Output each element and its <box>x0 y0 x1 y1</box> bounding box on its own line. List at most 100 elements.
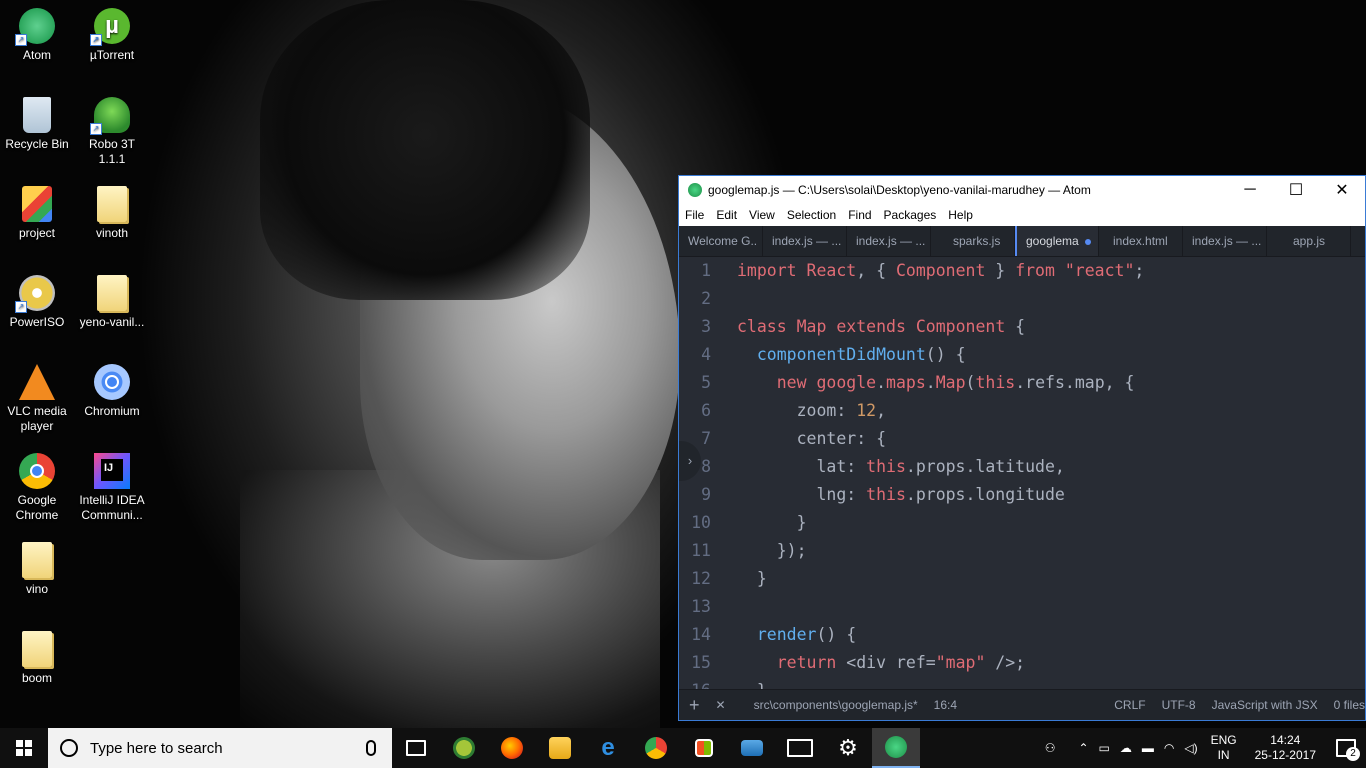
tab-label: index.js — ... <box>772 234 842 248</box>
code-line[interactable]: 13 <box>679 593 1365 621</box>
desktop-icon-vino[interactable]: vino <box>0 542 74 597</box>
clock[interactable]: 14:24 25-12-2017 <box>1245 733 1326 763</box>
code-text: } <box>737 513 807 532</box>
maximize-button[interactable]: ☐ <box>1273 176 1319 204</box>
add-icon[interactable]: + <box>679 695 708 716</box>
atom-window[interactable]: googlemap.js — C:\Users\solai\Desktop\ye… <box>678 175 1366 721</box>
vlc-icon <box>19 364 55 400</box>
line-ending[interactable]: CRLF <box>1106 698 1153 712</box>
window-titlebar[interactable]: googlemap.js — C:\Users\solai\Desktop\ye… <box>679 176 1365 204</box>
cursor-position[interactable]: 16:4 <box>926 698 965 712</box>
tab-index-js[interactable]: index.js — ... <box>763 226 847 256</box>
desktop-icon-utorrent[interactable]: µ ↗ µTorrent <box>75 8 149 63</box>
power-icon[interactable]: ▭ <box>1094 741 1115 755</box>
desktop-icon-vinoth[interactable]: vinoth <box>75 186 149 241</box>
code-line[interactable]: 3 class Map extends Component { <box>679 313 1365 341</box>
code-line[interactable]: 1 import React, { Component } from "react… <box>679 257 1365 285</box>
search-placeholder: Type here to search <box>90 739 223 757</box>
code-line[interactable]: 14 render() { <box>679 621 1365 649</box>
menu-edit[interactable]: Edit <box>710 208 743 222</box>
file-path[interactable]: src\components\googlemap.js* <box>734 698 926 712</box>
taskbar-settings[interactable]: ⚙ <box>824 728 872 768</box>
grammar-selector[interactable]: JavaScript with JSX <box>1204 698 1326 712</box>
menu-find[interactable]: Find <box>842 208 877 222</box>
code-line[interactable]: 10 } <box>679 509 1365 537</box>
desktop-icon-project[interactable]: project <box>0 186 74 241</box>
desktop-icon-recycle-bin[interactable]: Recycle Bin <box>0 97 74 152</box>
desktop-icon-google-chrome[interactable]: Google Chrome <box>0 453 74 523</box>
taskbar-search[interactable]: Type here to search <box>48 728 392 768</box>
file-encoding[interactable]: UTF-8 <box>1154 698 1204 712</box>
code-editor[interactable]: 1 import React, { Component } from "react… <box>679 257 1365 689</box>
taskbar-atom[interactable] <box>872 728 920 768</box>
taskbar-edge[interactable]: e <box>584 728 632 768</box>
taskbar-firefox[interactable] <box>488 728 536 768</box>
code-line[interactable]: 5 new google.maps.Map(this.refs.map, { <box>679 369 1365 397</box>
desktop-icon-label: vinoth <box>95 226 129 240</box>
code-text: }); <box>737 541 807 560</box>
minimize-button[interactable]: ─ <box>1227 176 1273 204</box>
code-line[interactable]: 9 lng: this.props.longitude <box>679 481 1365 509</box>
tab-index-js[interactable]: index.js — ... <box>847 226 931 256</box>
taskbar-file-explorer[interactable] <box>536 728 584 768</box>
desktop-icon-vlc[interactable]: VLC media player <box>0 364 74 434</box>
folder-icon <box>97 186 127 222</box>
edge-icon: e <box>601 734 615 761</box>
menu-view[interactable]: View <box>743 208 781 222</box>
menu-file[interactable]: File <box>679 208 710 222</box>
menu-packages[interactable]: Packages <box>878 208 943 222</box>
desktop-icon-atom[interactable]: ↗ Atom <box>0 8 74 63</box>
desktop-icon-label: Google Chrome <box>15 493 59 522</box>
tab-app-js[interactable]: app.js <box>1267 226 1351 256</box>
line-number: 16 <box>679 677 737 689</box>
code-line[interactable]: 7 center: { <box>679 425 1365 453</box>
code-line[interactable]: 2 <box>679 285 1365 313</box>
people-icon[interactable]: ⚇ <box>1040 741 1061 755</box>
menu-selection[interactable]: Selection <box>781 208 842 222</box>
microphone-icon[interactable] <box>366 740 376 756</box>
code-line[interactable]: 11 }); <box>679 537 1365 565</box>
code-line[interactable]: 15 return <div ref="map" />; <box>679 649 1365 677</box>
code-line[interactable]: 8 lat: this.props.latitude, <box>679 453 1365 481</box>
code-line[interactable]: 4 componentDidMount() { <box>679 341 1365 369</box>
chevron-up-icon[interactable]: ⌃ <box>1060 741 1093 755</box>
android-studio-icon <box>453 737 475 759</box>
tab-index-html[interactable]: index.html <box>1099 226 1183 256</box>
tab-sparks-js[interactable]: sparks.js <box>931 226 1015 256</box>
volume-icon[interactable]: ◁) <box>1179 741 1202 755</box>
close-button[interactable]: ✕ <box>1319 176 1365 204</box>
desktop-icon-poweriso[interactable]: ↗ PowerISO <box>0 275 74 330</box>
desktop-icon-intellij[interactable]: IntelliJ IDEA Communi... <box>75 453 149 523</box>
close-icon[interactable]: ✕ <box>708 698 734 712</box>
desktop-icon-chromium[interactable]: Chromium <box>75 364 149 419</box>
onedrive-icon[interactable]: ☁ <box>1115 741 1137 755</box>
mail-icon <box>787 739 813 757</box>
code-text: lat: this.props.latitude, <box>737 457 1065 476</box>
language-indicator[interactable]: ENG IN <box>1203 733 1245 763</box>
desktop-icon-boom[interactable]: boom <box>0 631 74 686</box>
tab-googlemap-js[interactable]: googlema <box>1015 226 1099 256</box>
start-button[interactable] <box>0 728 48 768</box>
code-line[interactable]: 12 } <box>679 565 1365 593</box>
battery-icon[interactable]: ▬ <box>1137 741 1159 755</box>
task-view-button[interactable] <box>392 728 440 768</box>
action-center-button[interactable]: 2 <box>1326 728 1366 768</box>
taskbar-chrome[interactable] <box>632 728 680 768</box>
desktop-icon-label: yeno-vanil... <box>79 315 145 329</box>
code-line[interactable]: 6 zoom: 12, <box>679 397 1365 425</box>
taskbar-store[interactable] <box>680 728 728 768</box>
menu-help[interactable]: Help <box>942 208 979 222</box>
desktop-icon-robo3t[interactable]: ↗ Robo 3T 1.1.1 <box>75 97 149 167</box>
taskbar-mail[interactable] <box>776 728 824 768</box>
wifi-icon[interactable]: ◠ <box>1159 741 1179 755</box>
code-line[interactable]: 16 } <box>679 677 1365 689</box>
git-files[interactable]: 0 files <box>1326 698 1365 712</box>
tab-welcome-guide[interactable]: Welcome G.. <box>679 226 763 256</box>
windows-icon <box>16 740 32 756</box>
desktop-icon-label: Recycle Bin <box>5 137 69 151</box>
taskbar-remote-desktop[interactable] <box>728 728 776 768</box>
tab-index-js[interactable]: index.js — ... <box>1183 226 1267 256</box>
desktop-icon-yeno-vanilai[interactable]: yeno-vanil... <box>75 275 149 330</box>
taskbar-android-studio[interactable] <box>440 728 488 768</box>
line-number: 11 <box>691 541 711 560</box>
